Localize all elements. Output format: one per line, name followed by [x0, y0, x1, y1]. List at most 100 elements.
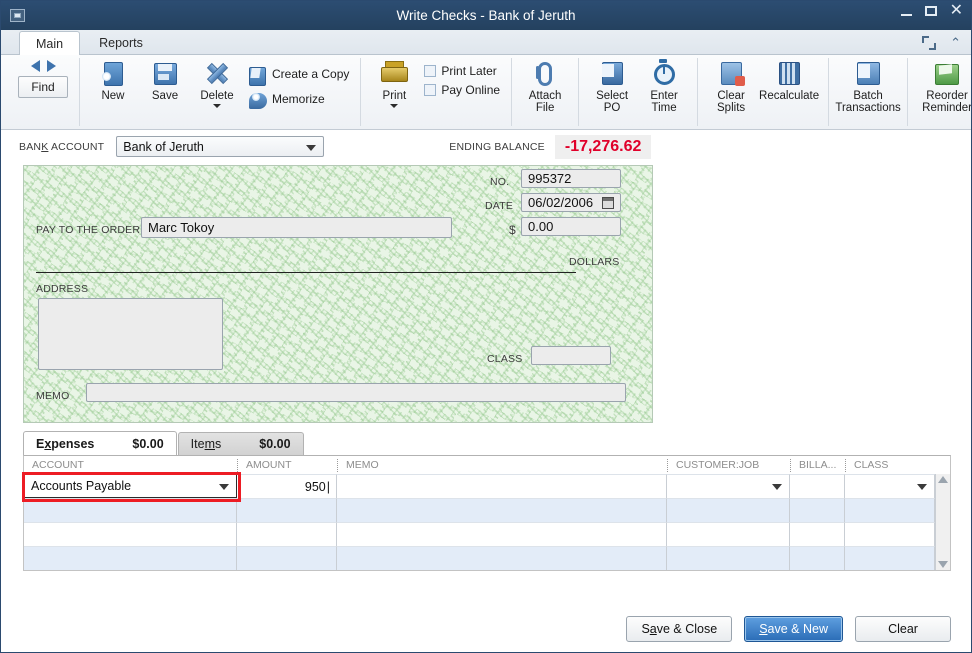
forward-arrow-icon[interactable] [46, 60, 56, 72]
cell-memo[interactable] [337, 474, 667, 498]
check-number-input[interactable]: 995372 [521, 169, 621, 188]
create-a-copy-button[interactable]: Create a Copy [247, 64, 349, 86]
select-po-icon [599, 61, 625, 87]
chevron-up-icon[interactable]: ⌃ [950, 35, 961, 51]
memorize-label: Memorize [272, 92, 325, 106]
clear-splits-button[interactable]: Clear Splits [705, 58, 757, 114]
minimize-icon[interactable] [900, 7, 912, 16]
cell-memo[interactable] [337, 522, 667, 546]
select-po-button[interactable]: Select PO [586, 58, 638, 114]
cell-class[interactable] [845, 474, 935, 498]
back-arrow-icon[interactable] [30, 60, 40, 72]
check-amount-input[interactable]: 0.00 [521, 217, 621, 236]
select-po-label-1: Select [596, 90, 629, 102]
cell-amount[interactable] [237, 498, 337, 522]
bank-account-value: Bank of Jeruth [123, 139, 204, 154]
cell-account[interactable] [24, 498, 237, 522]
table-row[interactable] [24, 522, 935, 546]
cell-customer-job[interactable] [667, 546, 790, 570]
enter-time-label-1: Enter [650, 90, 678, 102]
delete-button[interactable]: Delete [191, 58, 243, 108]
bank-account-select[interactable]: Bank of Jeruth [116, 136, 325, 157]
cell-class[interactable] [845, 498, 935, 522]
stopwatch-icon [651, 61, 677, 87]
expenses-grid: ACCOUNT AMOUNT MEMO CUSTOMER:JOB BILLA..… [22, 455, 951, 571]
memo-input[interactable] [86, 383, 626, 402]
maximize-icon[interactable] [924, 6, 937, 16]
table-row[interactable]: Accounts Payable 950 | [24, 474, 935, 498]
chevron-down-icon[interactable] [772, 484, 782, 490]
tab-expenses[interactable]: Expenses $0.00 [23, 431, 177, 455]
tab-expenses-amount: $0.00 [132, 436, 164, 451]
save-and-close-button[interactable]: Sa ve & Close [626, 616, 733, 642]
print-options-group: Print Later Pay Online [420, 58, 504, 97]
pay-online-checkbox[interactable] [424, 84, 437, 96]
footer-actions: Sa ve & Close Save & New Clear [1, 606, 971, 652]
recalculate-button[interactable]: Recalculate [757, 58, 821, 102]
cell-account[interactable]: Accounts Payable [24, 474, 237, 498]
clear-button[interactable]: Clear [855, 616, 951, 642]
reorder-reminder-label-1: Reorder [926, 90, 968, 102]
chevron-down-icon[interactable] [219, 484, 229, 490]
ribbon-toolbar: Find New Save Delete Create a Copy Memor… [1, 55, 971, 130]
cell-customer-job[interactable] [667, 498, 790, 522]
cell-amount[interactable]: 950 | [237, 474, 337, 498]
column-header-billable: BILLA... [790, 458, 845, 472]
grid-scrollbar[interactable] [935, 474, 950, 570]
check-date-input[interactable]: 06/02/2006 [521, 193, 621, 212]
tab-reports[interactable]: Reports [82, 30, 160, 54]
chevron-down-icon[interactable] [917, 484, 927, 490]
cell-class[interactable] [845, 546, 935, 570]
column-header-account: ACCOUNT [32, 458, 84, 471]
batch-transactions-button[interactable]: Batch Transactions [835, 58, 901, 114]
check-fields: NO. 995372 DATE 06/02/2006 PAY TO THE OR… [24, 166, 652, 422]
cell-billable[interactable] [790, 546, 845, 570]
pay-online-option[interactable]: Pay Online [424, 83, 500, 97]
pay-to-input[interactable]: Marc Tokoy [141, 217, 452, 238]
print-later-checkbox[interactable] [424, 65, 437, 77]
cell-account[interactable] [24, 546, 237, 570]
save-button[interactable]: Save [139, 58, 191, 102]
tab-strip: Main Reports ⌃ [1, 30, 971, 55]
new-button[interactable]: New [87, 58, 139, 102]
table-row[interactable] [24, 546, 935, 570]
chevron-down-icon[interactable] [306, 145, 317, 151]
attach-file-button[interactable]: Attach File [519, 58, 571, 114]
tab-main[interactable]: Main [19, 31, 81, 55]
cell-billable[interactable] [790, 474, 845, 498]
print-chevron-down-icon[interactable] [390, 104, 399, 108]
close-icon[interactable]: ✕ [950, 3, 963, 19]
print-later-option[interactable]: Print Later [424, 64, 500, 78]
cell-amount[interactable] [237, 522, 337, 546]
check-date-value: 06/02/2006 [528, 195, 594, 210]
cell-memo[interactable] [337, 546, 667, 570]
table-row[interactable] [24, 498, 935, 522]
class-select[interactable] [531, 346, 611, 365]
batch-transactions-icon [855, 61, 881, 87]
find-button[interactable]: Find [18, 76, 68, 98]
print-label: Print [382, 90, 407, 102]
window-menu-icon[interactable] [10, 9, 25, 22]
tab-items[interactable]: Items $0.00 [177, 432, 304, 455]
cell-customer-job[interactable] [667, 522, 790, 546]
cell-memo[interactable] [337, 498, 667, 522]
print-button[interactable]: Print [368, 58, 420, 108]
cell-class[interactable] [845, 522, 935, 546]
scroll-up-arrow-icon[interactable] [938, 476, 948, 483]
enter-time-button[interactable]: Enter Time [638, 58, 690, 114]
expand-icon[interactable] [922, 36, 937, 50]
cell-customer-job[interactable] [667, 474, 790, 498]
print-later-label: Print Later [441, 64, 497, 78]
memorize-button[interactable]: Memorize [247, 89, 349, 109]
scroll-down-arrow-icon[interactable] [938, 561, 948, 568]
cell-billable[interactable] [790, 522, 845, 546]
address-input[interactable] [38, 298, 223, 370]
reorder-reminder-button[interactable]: Reorder Reminder [915, 58, 971, 114]
calendar-icon[interactable] [602, 197, 614, 209]
cell-billable[interactable] [790, 498, 845, 522]
tab-expenses-label: Expenses [36, 436, 95, 451]
cell-account[interactable] [24, 522, 237, 546]
chevron-down-icon[interactable] [213, 104, 221, 108]
cell-amount[interactable] [237, 546, 337, 570]
save-and-new-button[interactable]: Save & New [744, 616, 843, 642]
